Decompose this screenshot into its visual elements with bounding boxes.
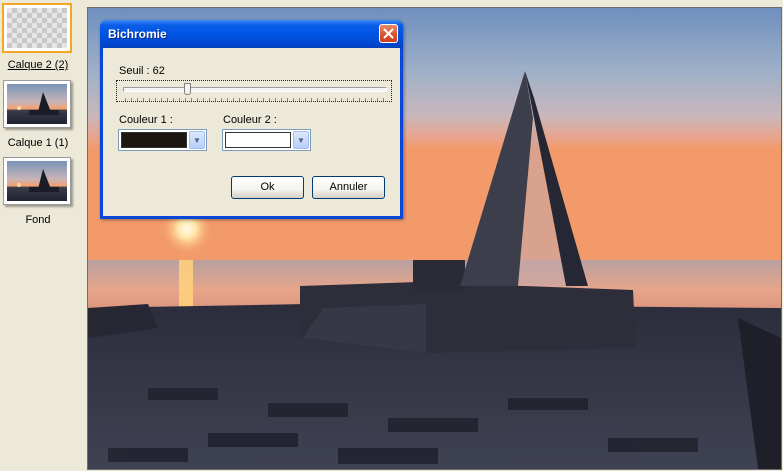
cancel-button[interactable]: Annuler bbox=[312, 176, 385, 199]
transparent-checkerboard-icon bbox=[7, 8, 67, 48]
color1-label: Couleur 1 : bbox=[119, 114, 173, 126]
close-icon bbox=[383, 28, 394, 39]
slider-track[interactable] bbox=[123, 87, 387, 92]
slider-ticks bbox=[125, 98, 385, 101]
bichromie-dialog: Bichromie Seuil : 62 Couleur 1 : ▼ Coule… bbox=[100, 20, 403, 219]
dialog-titlebar[interactable]: Bichromie bbox=[100, 20, 403, 48]
threshold-label: Seuil : 62 bbox=[119, 65, 165, 77]
dialog-title: Bichromie bbox=[108, 27, 167, 41]
chevron-down-icon[interactable]: ▼ bbox=[189, 131, 205, 149]
layer-label: Calque 2 (2) bbox=[7, 59, 69, 71]
layer-thumbnail[interactable] bbox=[3, 157, 71, 205]
chevron-down-icon[interactable]: ▼ bbox=[293, 131, 309, 149]
ok-button[interactable]: Ok bbox=[231, 176, 304, 199]
color2-swatch bbox=[225, 132, 291, 148]
color1-picker[interactable]: ▼ bbox=[118, 129, 207, 151]
layer-label: Fond bbox=[25, 214, 51, 226]
color2-label: Couleur 2 : bbox=[223, 114, 277, 126]
slider-thumb[interactable] bbox=[183, 83, 191, 95]
photo-thumbnail-icon bbox=[7, 84, 67, 124]
color2-picker[interactable]: ▼ bbox=[222, 129, 311, 151]
layer-thumbnail[interactable] bbox=[3, 80, 71, 128]
layers-panel: Calque 2 (2) Calque 1 (1) Fond bbox=[0, 0, 80, 471]
layer-label: Calque 1 (1) bbox=[7, 137, 69, 149]
color1-swatch bbox=[121, 132, 187, 148]
dialog-body: Seuil : 62 Couleur 1 : ▼ Couleur 2 : ▼ O… bbox=[103, 48, 400, 216]
layer-thumbnail[interactable] bbox=[2, 3, 72, 53]
close-button[interactable] bbox=[379, 24, 398, 43]
threshold-slider[interactable] bbox=[116, 80, 392, 102]
photo-thumbnail-icon bbox=[7, 161, 67, 201]
